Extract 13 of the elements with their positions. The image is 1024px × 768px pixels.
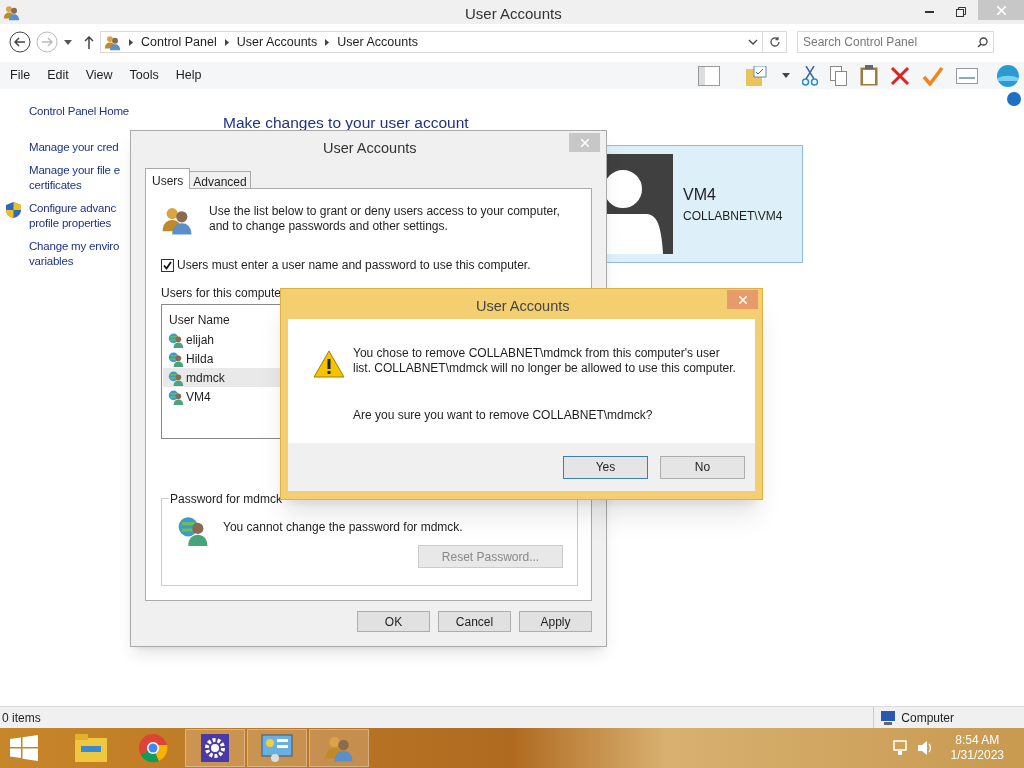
account-domain: COLLABNET\VM4: [683, 208, 783, 225]
question-text: Are you sure you want to remove COLLABNET\mdmck?: [353, 407, 653, 424]
status-location: Computer: [901, 709, 954, 727]
warning-message: You chose to remove COLLABNET\mdmck from this computer's user list. COLLABNET\mdmck will no longer be allowed to use this computer.: [353, 346, 737, 376]
account-name: VM4: [683, 185, 717, 205]
page-heading: Make changes to your user account: [223, 113, 469, 133]
intro-text: Use the list below to grant or deny users access to your computer, and to change passwords and other settings.: [209, 204, 561, 234]
status-text: 0 items: [2, 709, 41, 727]
password-text: You cannot change the password for mdmck.: [223, 519, 463, 536]
dialog-title: User Accounts: [323, 139, 417, 158]
list-label: Users for this compute: [161, 285, 282, 302]
window-title: User Accounts: [465, 4, 562, 24]
dialog-title: User Accounts: [476, 297, 570, 316]
